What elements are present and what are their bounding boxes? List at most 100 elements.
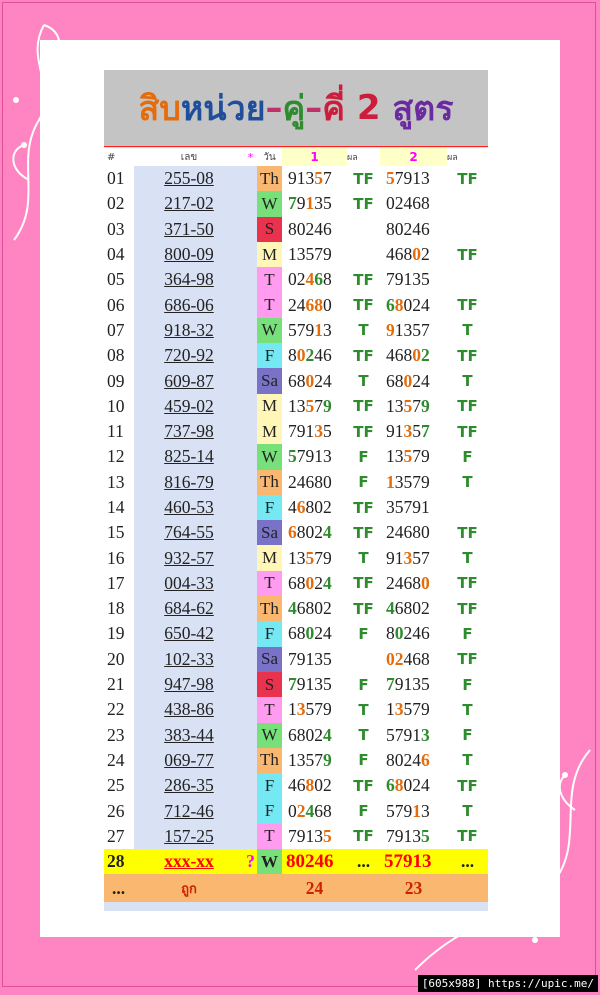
row-result-1: T (347, 368, 380, 394)
digit: 8 (314, 471, 323, 492)
row-formula-1: 91357 (282, 166, 347, 192)
summary-label: ถูก (134, 874, 244, 903)
row-star (244, 495, 257, 520)
digit: 0 (394, 218, 404, 239)
row-result-1 (347, 216, 380, 242)
row-formula-2: 79135 (380, 823, 447, 850)
digit: 6 (314, 800, 323, 821)
digit: 7 (288, 825, 297, 846)
summary-blank (447, 874, 488, 903)
digit: 0 (305, 572, 315, 593)
digit: 6 (386, 775, 395, 796)
row-code: 918-32 (134, 317, 244, 344)
row-result-1: TF (347, 343, 380, 369)
digit: 4 (403, 648, 413, 669)
row-star (244, 394, 257, 419)
table-row: 21 947-98 S 79135 F 79135 F (104, 671, 488, 698)
row-day: W (257, 317, 282, 344)
digit: 0 (412, 598, 421, 619)
row-formula-1: 13579 (282, 241, 347, 268)
digit: 4 (403, 193, 413, 214)
digit: 4 (323, 572, 332, 593)
table-row: 22 438-86 T 13579 T 13579 T (104, 697, 488, 723)
digit: 8 (403, 244, 413, 265)
row-formula-1: 57913 (282, 317, 347, 344)
row-day: Th (257, 166, 282, 192)
digit: 7 (394, 168, 404, 189)
digit: 3 (412, 269, 421, 290)
row-number: 19 (104, 621, 134, 647)
digit: 0 (314, 497, 323, 517)
digit: 4 (412, 749, 421, 770)
digit: 8 (386, 623, 395, 644)
digit: 9 (421, 395, 430, 416)
row-result-1: TF (347, 570, 380, 597)
digit: 9 (323, 699, 332, 720)
digit: 5 (403, 699, 413, 720)
digit: 5 (305, 244, 315, 265)
row-formula-1: 46802 (282, 596, 347, 622)
row-code: 816-79 (134, 469, 244, 495)
row-number: 16 (104, 545, 134, 571)
row-result-1: TF (347, 393, 380, 419)
digit: 4 (386, 244, 395, 265)
digit: 3 (314, 648, 323, 669)
row-formula-1: 80246 (282, 216, 347, 242)
digit: 4 (386, 345, 395, 366)
digit: 0 (421, 572, 430, 593)
row-star (244, 444, 257, 469)
row-number: 18 (104, 596, 134, 622)
digit: 9 (323, 547, 332, 568)
row-code: 217-02 (134, 191, 244, 217)
digit: 0 (394, 749, 404, 770)
digit: 6 (412, 648, 421, 669)
digit: 1 (305, 648, 315, 669)
row-number: 07 (104, 317, 134, 344)
digit: 5 (386, 168, 395, 189)
digit: 8 (323, 800, 332, 821)
row-formula-1: 80246 (282, 343, 347, 369)
row-result-1: F (347, 798, 380, 824)
table-row: 17 004-33 T 68024 TF 24680 TF (104, 570, 488, 597)
row-formula-1: 02468 (282, 267, 347, 293)
digit: 0 (305, 623, 315, 644)
digit: 1 (394, 421, 404, 442)
row-result-2: TF (447, 570, 488, 597)
digit: 8 (394, 775, 404, 796)
table-row: 05 364-98 T 02468 TF 79135 (104, 267, 488, 293)
digit: 3 (323, 446, 332, 467)
row-day: Sa (257, 368, 282, 394)
digit: 5 (421, 674, 430, 695)
digit: 3 (403, 421, 413, 442)
digit: 5 (421, 825, 430, 846)
digit: 0 (386, 648, 395, 669)
row-star (244, 470, 257, 495)
row-code: 800-09 (134, 241, 244, 268)
row-result-2 (447, 494, 488, 521)
digit: 5 (412, 421, 421, 442)
digit: 1 (314, 319, 323, 340)
digit: 5 (305, 699, 315, 720)
digit: 6 (296, 497, 306, 517)
row-formula-2: 46802 (380, 241, 447, 268)
digit: 7 (288, 421, 297, 442)
digit: 6 (288, 623, 297, 644)
digit: 0 (421, 522, 430, 543)
row-formula-1: 13579 (282, 545, 347, 571)
row-result-2: T (447, 368, 488, 394)
summary-blank (257, 874, 282, 903)
digit: 8 (386, 218, 395, 239)
row-day: W (257, 849, 282, 875)
digit: 0 (323, 471, 332, 492)
digit: 9 (296, 193, 306, 214)
digit: 7 (314, 547, 323, 568)
digit: 3 (394, 395, 404, 416)
row-formula-2: 46802 (380, 343, 447, 369)
row-code: 364-98 (134, 267, 244, 293)
row-formula-1: 68024 (282, 621, 347, 647)
row-result-2 (447, 191, 488, 217)
row-code: 438-86 (134, 697, 244, 723)
row-day: M (257, 241, 282, 268)
title-part: สูตร (392, 89, 454, 129)
digit: 6 (305, 294, 315, 315)
